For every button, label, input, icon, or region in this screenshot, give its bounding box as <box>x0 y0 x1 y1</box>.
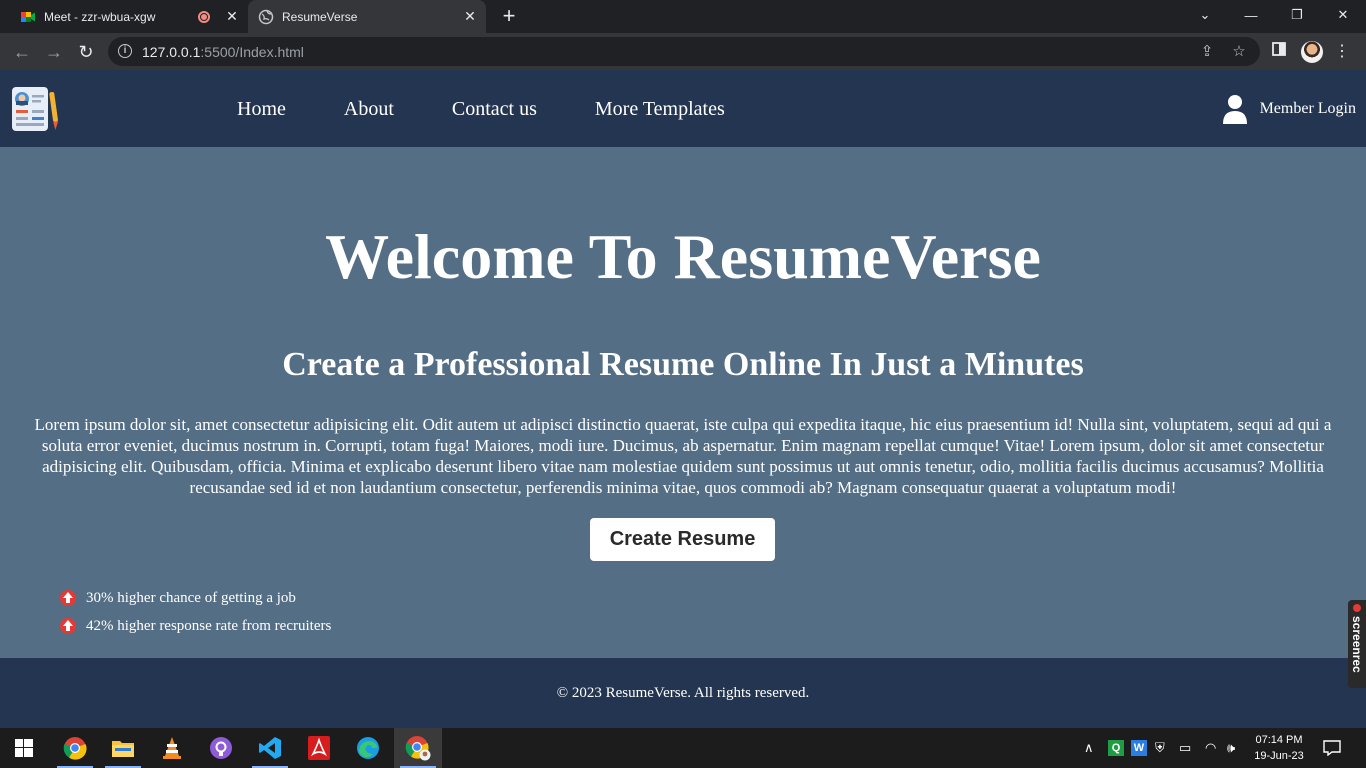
edge-icon[interactable] <box>344 728 392 768</box>
windows-taskbar: ∧ Q W ⛨ ▭ ◠ 🕪 07:14 PM 19-Jun-23 <box>0 728 1366 768</box>
new-tab-button[interactable]: + <box>498 4 520 28</box>
vscode-icon[interactable] <box>246 728 294 768</box>
screenrec-widget[interactable]: screenrec <box>1348 600 1366 688</box>
url-text: 127.0.0.1:5500/Index.html <box>142 44 304 60</box>
google-meet-icon <box>21 11 35 22</box>
site-footer: © 2023 ResumeVerse. All rights reserved. <box>0 658 1366 728</box>
share-icon[interactable]: ⇪ <box>1198 43 1216 61</box>
w-tray-icon[interactable]: W <box>1131 728 1147 768</box>
tab-title: ResumeVerse <box>282 9 358 24</box>
hero-subtitle: Create a Professional Resume Online In J… <box>282 346 1084 383</box>
clock-time: 07:14 PM <box>1255 734 1303 746</box>
stats-list: 30% higher chance of getting a job 42% h… <box>60 584 331 640</box>
user-icon <box>1222 95 1247 124</box>
member-login-label: Member Login <box>1259 100 1356 117</box>
profile-avatar[interactable] <box>1301 41 1323 63</box>
nav-link-more-templates[interactable]: More Templates <box>595 98 725 121</box>
hero-section: Welcome To ResumeVerse Create a Professi… <box>0 147 1366 658</box>
wifi-icon[interactable]: ◠ <box>1205 728 1216 768</box>
stat-text: 42% higher response rate from recruiters <box>86 617 332 634</box>
browser-toolbar: ← → ↻ i 127.0.0.1:5500/Index.html ⇪ ☆ ⋮ <box>0 33 1366 70</box>
start-icon[interactable] <box>0 728 48 768</box>
address-bar[interactable]: i 127.0.0.1:5500/Index.html ⇪ ☆ <box>108 37 1260 66</box>
tab-resumeverse[interactable]: ResumeVerse ✕ <box>248 0 486 33</box>
hero-description: Lorem ipsum dolor sit, amet consectetur … <box>34 415 1332 497</box>
site-info-icon[interactable]: i <box>118 44 132 58</box>
close-window-button[interactable]: ✕ <box>1320 0 1366 30</box>
screenrec-label: screenrec <box>1350 616 1364 673</box>
file-explorer-icon[interactable] <box>99 728 147 768</box>
volume-icon[interactable]: 🕪 <box>1227 728 1235 768</box>
stat-item: 30% higher chance of getting a job <box>60 584 331 612</box>
create-resume-button[interactable]: Create Resume <box>590 518 775 561</box>
back-icon[interactable]: ← <box>11 41 33 63</box>
browser-tab-strip: Meet - zzr-wbua-xgw ✕ ResumeVerse ✕ + ⌄ … <box>0 0 1366 33</box>
arrow-up-icon <box>60 618 76 634</box>
vlc-icon[interactable] <box>148 728 196 768</box>
globe-icon <box>258 9 274 24</box>
close-tab-icon[interactable]: ✕ <box>460 8 480 25</box>
nav-link-about[interactable]: About <box>344 98 394 121</box>
nav-links: Home About Contact us More Templates <box>237 98 783 121</box>
clock-date: 19-Jun-23 <box>1254 750 1304 762</box>
member-login[interactable]: Member Login <box>1222 94 1356 124</box>
chrome-profile-icon[interactable] <box>394 728 442 768</box>
hero-title: Welcome To ResumeVerse <box>325 221 1041 292</box>
nav-link-contact[interactable]: Contact us <box>452 98 537 121</box>
site-navbar: Home About Contact us More Templates Mem… <box>0 70 1366 147</box>
recording-indicator-icon <box>198 10 210 23</box>
bookmark-star-icon[interactable]: ☆ <box>1230 43 1248 61</box>
reload-icon[interactable]: ↻ <box>75 41 97 63</box>
tab-search-icon[interactable]: ⌄ <box>1182 0 1228 30</box>
arrow-up-icon <box>60 590 76 606</box>
chrome-menu-icon[interactable]: ⋮ <box>1332 42 1352 62</box>
nav-link-home[interactable]: Home <box>237 98 286 121</box>
tab-meet[interactable]: Meet - zzr-wbua-xgw ✕ <box>10 0 248 33</box>
close-tab-icon[interactable]: ✕ <box>222 8 242 25</box>
q-tray-icon[interactable]: Q <box>1108 728 1124 768</box>
restore-button[interactable]: ❐ <box>1274 0 1320 30</box>
notifications-icon[interactable] <box>1323 728 1341 768</box>
github-icon[interactable] <box>197 728 245 768</box>
battery-icon[interactable]: ▭ <box>1179 728 1191 768</box>
stat-text: 30% higher chance of getting a job <box>86 589 296 606</box>
forward-icon[interactable]: → <box>43 41 65 63</box>
side-panel-icon[interactable] <box>1269 42 1289 62</box>
acrobat-icon[interactable] <box>295 728 343 768</box>
minimize-button[interactable]: — <box>1228 0 1274 30</box>
resume-logo-icon[interactable] <box>11 86 59 132</box>
record-dot-icon <box>1353 604 1361 612</box>
system-clock[interactable]: 07:14 PM 19-Jun-23 <box>1250 732 1308 764</box>
stat-item: 42% higher response rate from recruiters <box>60 612 331 640</box>
security-shield-icon[interactable]: ⛨ <box>1155 728 1165 768</box>
tray-overflow-icon[interactable]: ∧ <box>1084 728 1094 768</box>
chrome-icon[interactable] <box>51 728 99 768</box>
tab-title: Meet - zzr-wbua-xgw <box>44 9 156 24</box>
webpage: Home About Contact us More Templates Mem… <box>0 70 1366 728</box>
